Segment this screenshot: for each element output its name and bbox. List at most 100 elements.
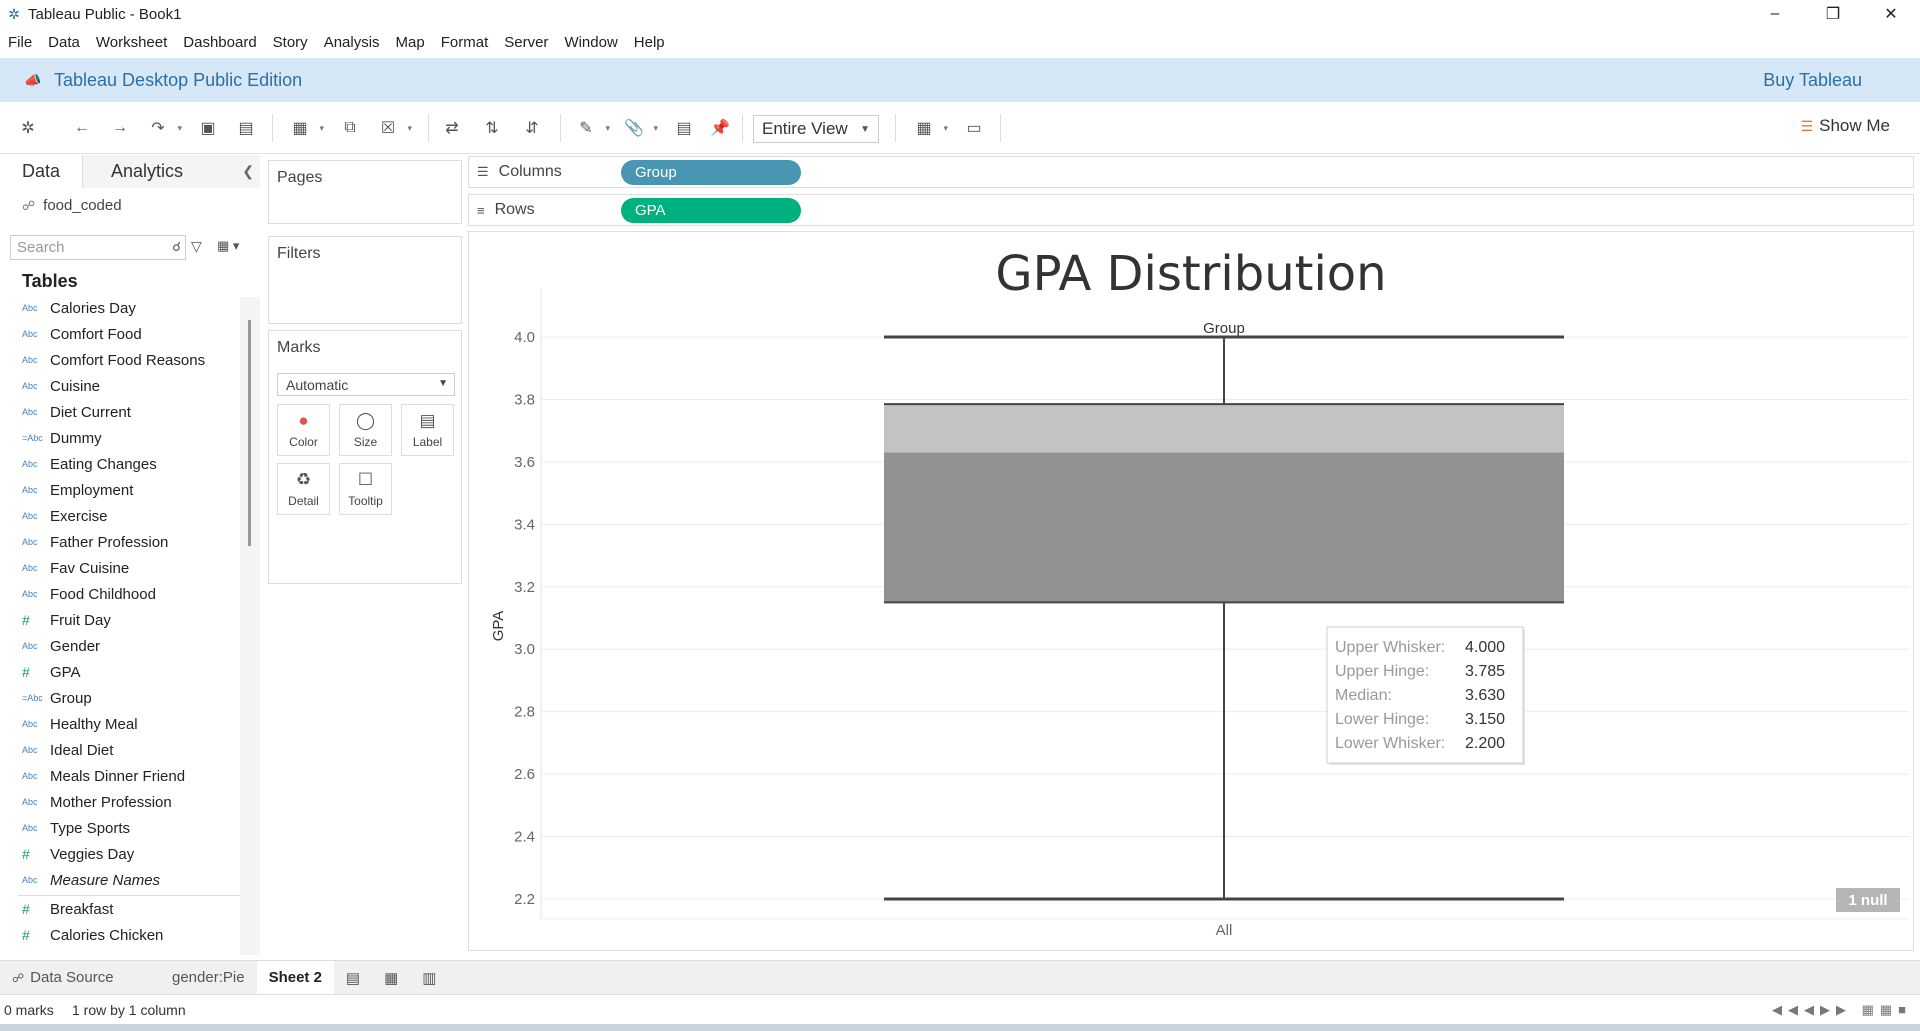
swap-rows-columns-icon[interactable]: ⇄: [440, 116, 464, 140]
upper-box[interactable]: [884, 404, 1564, 453]
field-item[interactable]: Abc Gender: [0, 633, 240, 659]
tab-data[interactable]: Data: [0, 155, 84, 188]
pin-axis-icon[interactable]: 📌: [708, 116, 732, 140]
show-mark-labels-icon[interactable]: ▤: [672, 116, 696, 140]
clear-sheet-icon[interactable]: ☒: [376, 116, 412, 140]
new-worksheet-tab-icon[interactable]: ▤: [334, 961, 372, 995]
lower-box[interactable]: [884, 452, 1564, 603]
size-button[interactable]: ◯ Size: [339, 404, 392, 456]
close-icon[interactable]: ✕: [1862, 0, 1920, 28]
field-item[interactable]: # Fruit Day: [0, 607, 240, 633]
field-item[interactable]: Abc Meals Dinner Friend: [0, 763, 240, 789]
field-item[interactable]: Abc Comfort Food Reasons: [0, 347, 240, 373]
datasource-item[interactable]: ☍ food_coded: [22, 197, 122, 214]
columns-pill-group[interactable]: Group: [621, 159, 801, 185]
replay-icon[interactable]: ↷: [146, 116, 182, 140]
columns-shelf[interactable]: ☰ Columns Group: [468, 156, 1914, 188]
menu-analysis[interactable]: Analysis: [316, 34, 388, 51]
boxplot-chart[interactable]: GPA Distribution Group GPA 4.0 3.8 3.6 3.4 3…: [469, 232, 1915, 952]
tooltip-button[interactable]: ☐ Tooltip: [339, 463, 392, 515]
group-members-icon[interactable]: 📎: [622, 116, 658, 140]
redo-icon[interactable]: →: [108, 116, 132, 140]
tab-analytics[interactable]: Analytics: [83, 155, 260, 188]
mark-type-dropdown[interactable]: Automatic ▼: [277, 373, 455, 396]
tableau-logo-icon[interactable]: ✲: [16, 116, 40, 140]
menu-worksheet[interactable]: Worksheet: [88, 34, 175, 51]
new-worksheet-icon[interactable]: ▦: [288, 116, 324, 140]
toolbar-divider: [560, 114, 561, 142]
color-label: Color: [289, 435, 318, 449]
duplicate-sheet-icon[interactable]: ⧉: [338, 116, 362, 140]
menu-window[interactable]: Window: [556, 34, 625, 51]
dimension-type-icon: Abc: [22, 459, 38, 469]
field-item[interactable]: Abc Healthy Meal: [0, 711, 240, 737]
data-pane-scrollbar[interactable]: [248, 320, 251, 546]
field-item[interactable]: Abc Mother Profession: [0, 789, 240, 815]
menu-data[interactable]: Data: [40, 34, 88, 51]
menu-server[interactable]: Server: [496, 34, 556, 51]
field-item[interactable]: Abc Fav Cuisine: [0, 555, 240, 581]
field-item[interactable]: Abc Cuisine: [0, 373, 240, 399]
menu-map[interactable]: Map: [388, 34, 433, 51]
view-options-icon[interactable]: ▦ ▾: [217, 238, 239, 254]
minimize-icon[interactable]: –: [1746, 0, 1804, 28]
undo-icon[interactable]: ←: [70, 116, 94, 140]
presentation-mode-icon[interactable]: ▭: [962, 116, 986, 140]
field-item[interactable]: Abc Comfort Food: [0, 321, 240, 347]
dimension-type-icon: Abc: [22, 875, 38, 885]
sheet-tab-sheet-2[interactable]: Sheet 2: [256, 960, 334, 995]
null-indicator[interactable]: 1 null: [1836, 888, 1900, 912]
size-label: Size: [353, 435, 378, 449]
field-item[interactable]: # GPA: [0, 659, 240, 685]
visualization-area[interactable]: GPA Distribution Group GPA 4.0 3.8 3.6 3.4 3…: [468, 231, 1914, 951]
data-source-tab[interactable]: ☍ Data Source: [0, 961, 160, 995]
field-item[interactable]: Abc Eating Changes: [0, 451, 240, 477]
highlight-icon[interactable]: ✎: [574, 116, 610, 140]
menu-format[interactable]: Format: [433, 34, 497, 51]
field-item[interactable]: Abc Calories Day: [0, 295, 240, 321]
fit-value: Entire View: [762, 119, 848, 138]
sheet-tab-gender-pie[interactable]: gender:Pie: [160, 961, 257, 995]
field-item[interactable]: Abc Exercise: [0, 503, 240, 529]
field-item[interactable]: Abc Diet Current: [0, 399, 240, 425]
field-item[interactable]: =Abc Dummy: [0, 425, 240, 451]
rows-shelf[interactable]: ≡ Rows GPA: [468, 194, 1914, 226]
restore-icon[interactable]: ❐: [1804, 0, 1862, 28]
tooltip: Upper Whisker: 4.000 Upper Hinge: 3.785 Medi…: [1326, 626, 1525, 765]
detail-button[interactable]: ♻ Detail: [277, 463, 330, 515]
menu-dashboard[interactable]: Dashboard: [175, 34, 264, 51]
filter-icon[interactable]: ▽: [191, 238, 202, 255]
collapse-pane-icon[interactable]: ❮: [242, 163, 254, 180]
field-item[interactable]: Abc Employment: [0, 477, 240, 503]
filters-card[interactable]: Filters: [268, 236, 462, 324]
new-story-tab-icon[interactable]: ▥: [410, 961, 448, 995]
sort-descending-icon[interactable]: ⇵: [520, 116, 544, 140]
field-item[interactable]: Abc Food Childhood: [0, 581, 240, 607]
menu-file[interactable]: File: [0, 34, 40, 51]
field-item[interactable]: # Calories Chicken: [0, 922, 240, 948]
show-cards-icon[interactable]: ▦: [912, 116, 948, 140]
search-input[interactable]: Search ☌: [10, 235, 186, 260]
rows-icon: ≡: [477, 202, 485, 218]
field-item[interactable]: # Veggies Day: [0, 841, 240, 867]
show-me-button[interactable]: ☰ Show Me: [1801, 116, 1890, 136]
field-item[interactable]: Abc Father Profession: [0, 529, 240, 555]
save-icon[interactable]: ▣: [196, 116, 220, 140]
sort-ascending-icon[interactable]: ⇅: [480, 116, 504, 140]
field-item[interactable]: =Abc Group: [0, 685, 240, 711]
pages-card[interactable]: Pages: [268, 160, 462, 224]
rows-pill-gpa[interactable]: GPA: [621, 197, 801, 223]
new-dashboard-tab-icon[interactable]: ▦: [372, 961, 410, 995]
buy-tableau-link[interactable]: Buy Tableau: [1763, 70, 1862, 91]
label-button[interactable]: ▤ Label: [401, 404, 454, 456]
menu-story[interactable]: Story: [265, 34, 316, 51]
new-datasource-icon[interactable]: ▤: [234, 116, 258, 140]
sheet-nav-icons[interactable]: ◀◀◀▶▶ ▦▦■: [1772, 1002, 1912, 1018]
color-button[interactable]: ● Color: [277, 404, 330, 456]
field-item[interactable]: Abc Ideal Diet: [0, 737, 240, 763]
menu-help[interactable]: Help: [626, 34, 673, 51]
field-item[interactable]: Abc Type Sports: [0, 815, 240, 841]
field-item[interactable]: # Breakfast: [0, 896, 240, 922]
fit-dropdown[interactable]: Entire View ▼: [753, 115, 879, 143]
field-item[interactable]: Abc Measure Names: [0, 867, 240, 893]
